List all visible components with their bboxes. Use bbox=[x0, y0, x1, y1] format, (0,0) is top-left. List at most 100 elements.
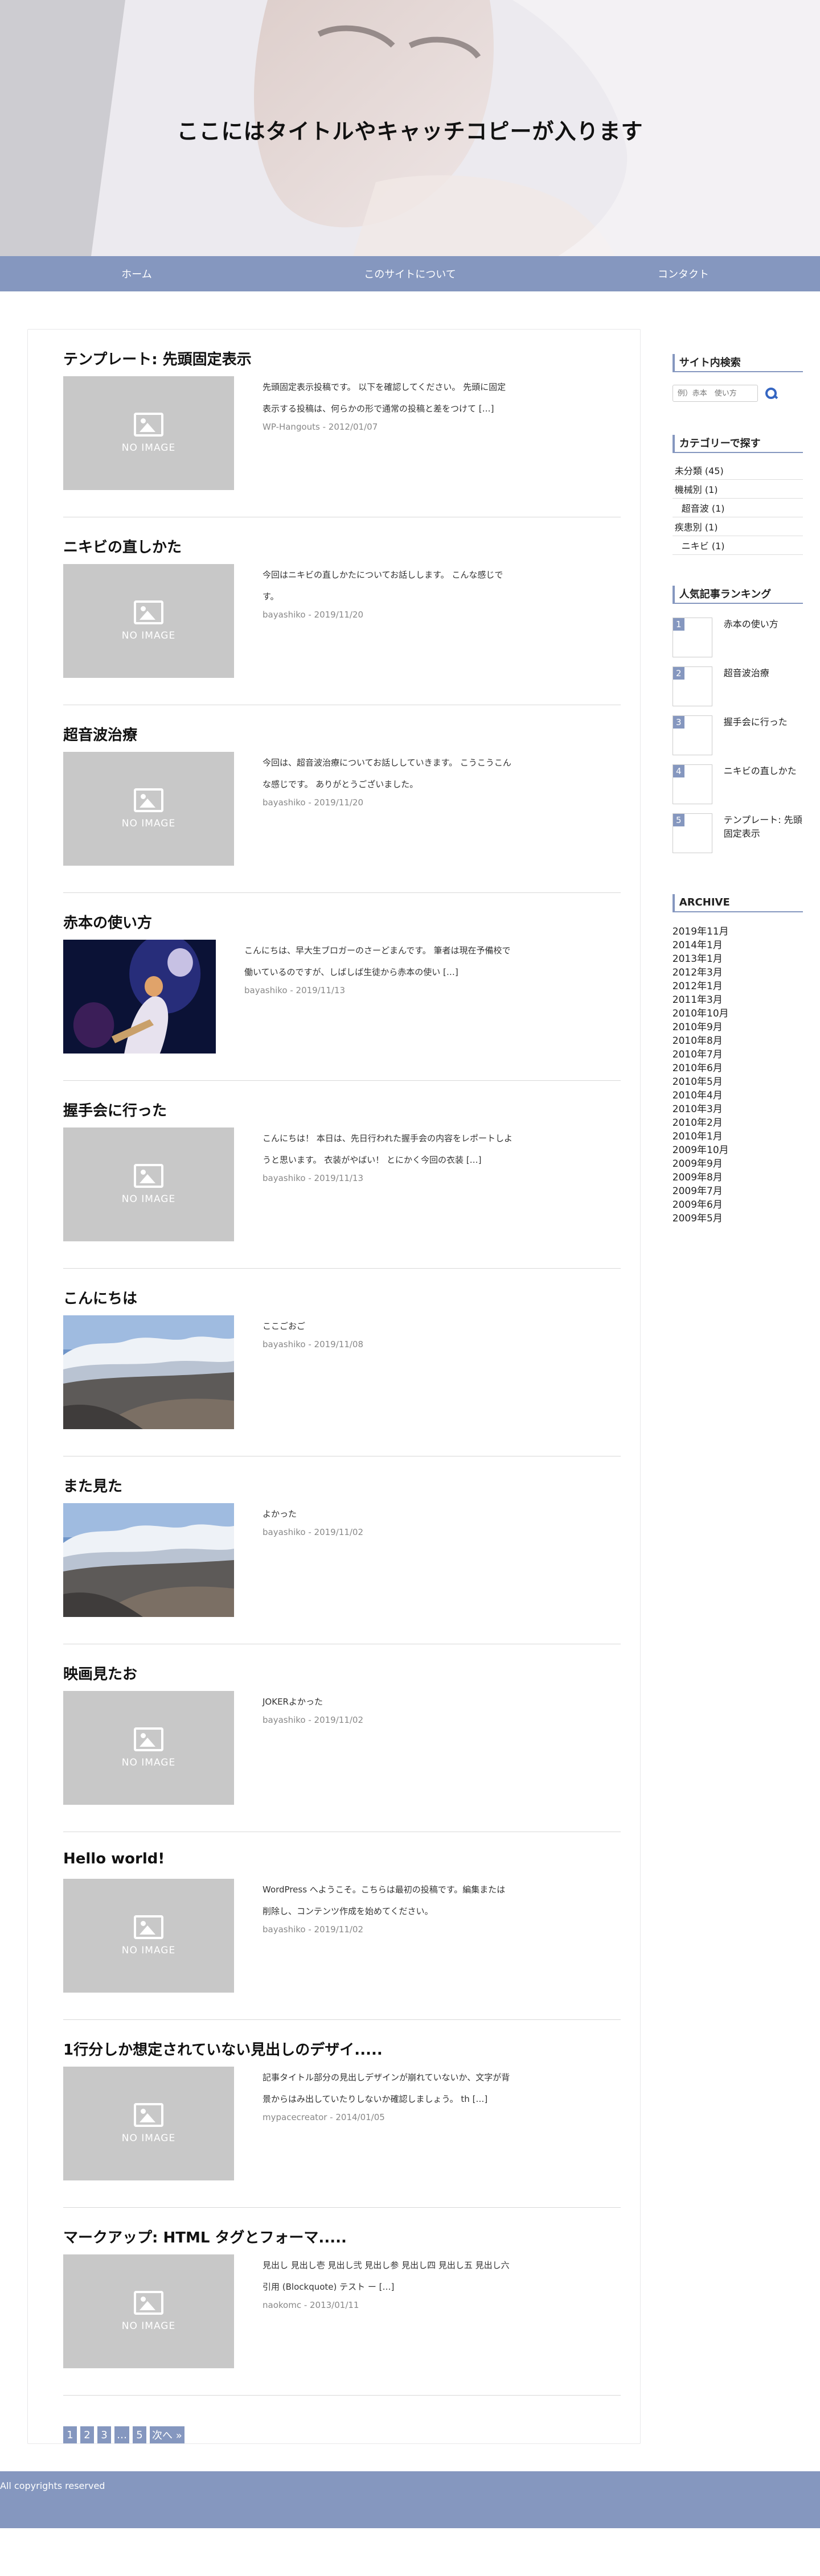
archive-link[interactable]: 2010年4月 bbox=[673, 1089, 803, 1102]
ranking-item[interactable]: 2 超音波治療 bbox=[672, 666, 803, 707]
post-thumbnail[interactable]: NO IMAGE bbox=[63, 376, 234, 490]
page-5-button[interactable]: 5 bbox=[133, 2426, 146, 2443]
search-icon[interactable] bbox=[765, 387, 777, 400]
ranking-item[interactable]: 3 握手会に行った bbox=[672, 715, 803, 756]
post-item: 映画見たお NO IMAGE JOKERよかった bayashiko - 2019/1… bbox=[63, 1644, 621, 1832]
post-summary: WordPress へようこそ。こちらは最初の投稿です。編集または削除し、コンテ… bbox=[234, 1879, 513, 1935]
post-summary: こんにちは、早大生ブロガーのさーどまんです。 筆者は現在予備校で働いているのです… bbox=[216, 940, 512, 995]
archive-link[interactable]: 2009年9月 bbox=[673, 1157, 803, 1171]
post-thumbnail[interactable] bbox=[63, 1503, 234, 1617]
archive-link[interactable]: 2010年8月 bbox=[673, 1034, 803, 1048]
archive-link[interactable]: 2014年1月 bbox=[673, 939, 803, 952]
archive-link[interactable]: 2011年3月 bbox=[673, 993, 803, 1007]
post-body: NO IMAGE WordPress へようこそ。こちらは最初の投稿です。編集また… bbox=[63, 1879, 621, 1993]
post-title[interactable]: 赤本の使い方 bbox=[63, 911, 621, 929]
post-title[interactable]: Hello world! bbox=[63, 1850, 621, 1869]
post-summary: 今回は、超音波治療についてお話ししていきます。 こうこうこんな感じです。 ありが… bbox=[234, 752, 513, 808]
archive-link[interactable]: 2010年3月 bbox=[673, 1102, 803, 1116]
post-meta: bayashiko - 2019/11/02 bbox=[263, 1715, 364, 1725]
category-item[interactable]: 未分類 (45) bbox=[672, 461, 803, 480]
post-thumbnail[interactable]: NO IMAGE bbox=[63, 564, 234, 678]
post-excerpt: 見出し 見出し壱 見出し弐 見出し参 見出し四 見出し五 見出し六 引用 (Bl… bbox=[263, 2260, 510, 2292]
post-title[interactable]: マークアップ: HTML タグとフォーマ..... bbox=[63, 2226, 621, 2244]
site-title: ここにはタイトルやキャッチコピーが入ります bbox=[177, 119, 643, 144]
archive-link[interactable]: 2013年1月 bbox=[673, 952, 803, 966]
category-item[interactable]: 疾患別 (1) bbox=[672, 517, 803, 536]
ranking-thumbnail: 5 bbox=[672, 813, 712, 853]
archive-link[interactable]: 2012年1月 bbox=[673, 980, 803, 993]
post-thumbnail[interactable]: NO IMAGE bbox=[63, 2254, 234, 2368]
archive-link[interactable]: 2010年10月 bbox=[673, 1007, 803, 1020]
post-title[interactable]: テンプレート: 先頭固定表示 bbox=[63, 348, 621, 366]
post-excerpt: 記事タイトル部分の見出しデザインが崩れていないか、文字が背景からはみ出していたり… bbox=[263, 2072, 510, 2104]
category-item[interactable]: 超音波 (1) bbox=[672, 499, 803, 517]
archive-link[interactable]: 2009年10月 bbox=[673, 1143, 803, 1157]
post-title[interactable]: こんにちは bbox=[63, 1287, 621, 1305]
pagination: 1 2 3 … 5 次へ » bbox=[63, 2426, 621, 2443]
post-summary: JOKERよかった bayashiko - 2019/11/02 bbox=[234, 1691, 513, 1725]
no-image-label: NO IMAGE bbox=[121, 1945, 176, 1956]
post-body: NO IMAGE こんにちは！ 本日は、先日行われた握手会の内容をレポートしようと… bbox=[63, 1127, 621, 1241]
search-input[interactable] bbox=[672, 385, 758, 402]
ranking-item-title[interactable]: ニキビの直しかた bbox=[712, 764, 797, 778]
category-item[interactable]: ニキビ (1) bbox=[672, 536, 803, 555]
ranking-item[interactable]: 1 赤本の使い方 bbox=[672, 618, 803, 659]
post-body: こんにちは、早大生ブロガーのさーどまんです。 筆者は現在予備校で働いているのです… bbox=[63, 940, 621, 1054]
page-2-button[interactable]: 2 bbox=[80, 2426, 94, 2443]
ranking-item-title[interactable]: 握手会に行った bbox=[712, 715, 788, 729]
post-title[interactable]: 握手会に行った bbox=[63, 1099, 621, 1117]
post-excerpt: こんにちは！ 本日は、先日行われた握手会の内容をレポートしようと思います。 衣装… bbox=[263, 1133, 513, 1165]
ranking-item-title[interactable]: テンプレート: 先頭固定表示 bbox=[712, 813, 803, 841]
archive-link[interactable]: 2010年5月 bbox=[673, 1075, 803, 1089]
post-body: NO IMAGE 先頭固定表示投稿です。 以下を確認してください。 先頭に固定表示… bbox=[63, 376, 621, 490]
archive-link[interactable]: 2010年6月 bbox=[673, 1061, 803, 1075]
archive-link[interactable]: 2009年6月 bbox=[673, 1198, 803, 1212]
ranking-item-title[interactable]: 赤本の使い方 bbox=[712, 618, 778, 631]
posts-container: テンプレート: 先頭固定表示 NO IMAGE 先頭固定表示投稿です。 以下を確認し… bbox=[63, 330, 621, 2396]
post-summary: こんにちは！ 本日は、先日行われた握手会の内容をレポートしようと思います。 衣装… bbox=[234, 1127, 513, 1183]
post-title[interactable]: 超音波治療 bbox=[63, 723, 621, 742]
post-meta: mypacecreator - 2014/01/05 bbox=[263, 2112, 385, 2122]
post-item: また見た よかった bayashiko - 2019/11/02 bbox=[63, 1456, 621, 1644]
archive-link[interactable]: 2009年7月 bbox=[673, 1184, 803, 1198]
category-item[interactable]: 機械別 (1) bbox=[672, 480, 803, 499]
category-list: 未分類 (45) 機械別 (1) 超音波 (1) 疾患別 (1) ニキビ (1) bbox=[672, 461, 803, 555]
post-thumbnail[interactable]: NO IMAGE bbox=[63, 2067, 234, 2180]
archive-link[interactable]: 2010年1月 bbox=[673, 1130, 803, 1143]
archive-link[interactable]: 2010年9月 bbox=[673, 1020, 803, 1034]
ranking-item-title[interactable]: 超音波治療 bbox=[712, 666, 769, 680]
no-image-label: NO IMAGE bbox=[121, 818, 176, 829]
no-image-label: NO IMAGE bbox=[121, 630, 176, 641]
nav-item-about[interactable]: このサイトについて bbox=[273, 256, 547, 291]
next-page-button[interactable]: 次へ » bbox=[150, 2426, 184, 2443]
post-thumbnail[interactable]: NO IMAGE bbox=[63, 752, 234, 866]
post-thumbnail[interactable]: NO IMAGE bbox=[63, 1879, 234, 1993]
copyright-text: All copyrights reserved bbox=[0, 2480, 105, 2491]
content-wrapper: テンプレート: 先頭固定表示 NO IMAGE 先頭固定表示投稿です。 以下を確認し… bbox=[0, 329, 820, 2444]
post-title[interactable]: また見た bbox=[63, 1475, 621, 1493]
ranking-item[interactable]: 5 テンプレート: 先頭固定表示 bbox=[672, 813, 803, 854]
ranking-item[interactable]: 4 ニキビの直しかた bbox=[672, 764, 803, 805]
post-thumbnail[interactable]: NO IMAGE bbox=[63, 1127, 234, 1241]
post-thumbnail[interactable] bbox=[63, 1315, 234, 1429]
archive-link[interactable]: 2010年7月 bbox=[673, 1048, 803, 1061]
nav-item-contact[interactable]: コンタクト bbox=[547, 256, 820, 291]
post-thumbnail[interactable]: NO IMAGE bbox=[63, 1691, 234, 1805]
post-summary: 今回はニキビの直しかたについてお話しします。 こんな感じです。 bayashiko… bbox=[234, 564, 513, 620]
archive-link[interactable]: 2009年5月 bbox=[673, 1212, 803, 1225]
post-excerpt: WordPress へようこそ。こちらは最初の投稿です。編集または削除し、コンテ… bbox=[263, 1884, 506, 1916]
post-thumbnail[interactable] bbox=[63, 940, 216, 1054]
nav-item-home[interactable]: ホーム bbox=[0, 256, 273, 291]
archive-link[interactable]: 2010年2月 bbox=[673, 1116, 803, 1130]
archive-link[interactable]: 2019年11月 bbox=[673, 925, 803, 939]
post-meta: bayashiko - 2019/11/13 bbox=[244, 985, 346, 995]
page-1-button[interactable]: 1 bbox=[63, 2426, 77, 2443]
archive-link[interactable]: 2009年8月 bbox=[673, 1171, 803, 1184]
post-list: テンプレート: 先頭固定表示 NO IMAGE 先頭固定表示投稿です。 以下を確認し… bbox=[27, 329, 641, 2444]
post-title[interactable]: 1行分しか想定されていない見出しのデザイ..... bbox=[63, 2038, 621, 2056]
post-title[interactable]: ニキビの直しかた bbox=[63, 536, 621, 554]
archive-link[interactable]: 2012年3月 bbox=[673, 966, 803, 980]
page-3-button[interactable]: 3 bbox=[97, 2426, 111, 2443]
post-body: NO IMAGE 今回はニキビの直しかたについてお話しします。 こんな感じです。 b… bbox=[63, 564, 621, 678]
post-title[interactable]: 映画見たお bbox=[63, 1663, 621, 1681]
